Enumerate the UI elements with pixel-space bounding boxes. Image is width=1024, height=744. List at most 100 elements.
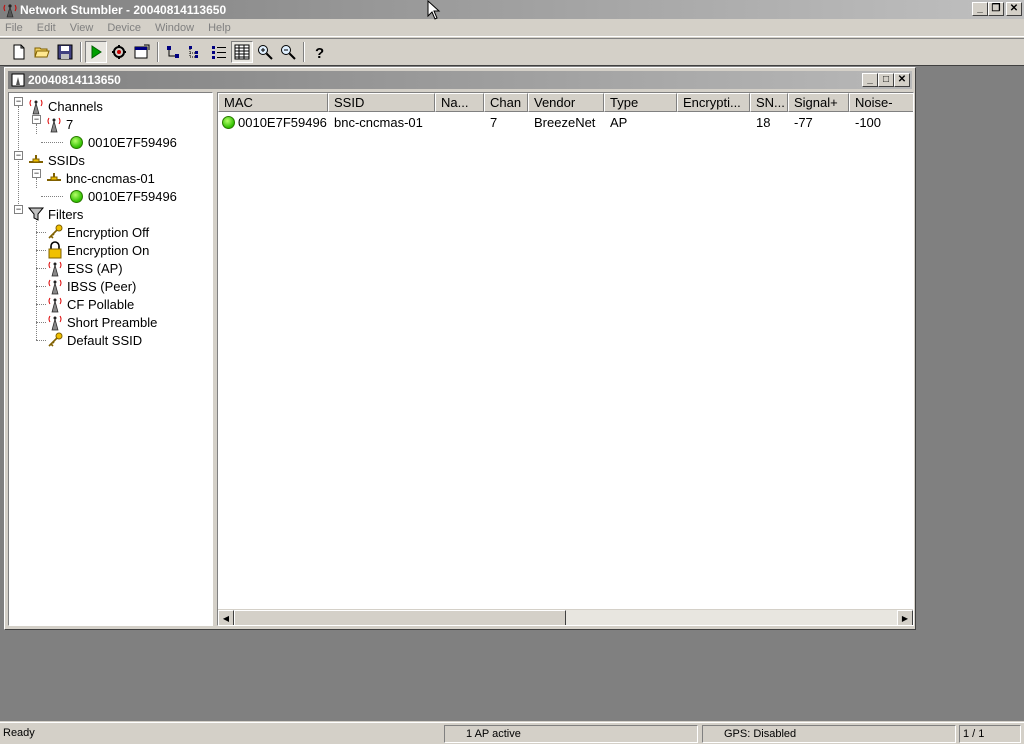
app-title-bar: Network Stumbler - 20040814113650 _ ❐ ✕ — [0, 0, 1024, 19]
zoom-out-button[interactable] — [277, 41, 299, 63]
column-header-chan[interactable]: Chan — [484, 93, 528, 112]
menu-file[interactable]: File — [5, 22, 23, 34]
tree-node-filter-ibss[interactable]: IBSS (Peer) — [46, 277, 136, 295]
list-view-icon — [212, 45, 226, 59]
tree-node-filter-ess[interactable]: ESS (AP) — [46, 259, 123, 277]
open-folder-icon — [34, 47, 50, 57]
tree-label: Default SSID — [67, 332, 143, 348]
menu-window[interactable]: Window — [155, 22, 194, 34]
minimize-button[interactable]: _ — [972, 2, 988, 16]
filters-expander[interactable]: − — [14, 205, 23, 214]
open-button[interactable] — [31, 41, 53, 63]
tree-label: 7 — [66, 116, 74, 132]
close-button[interactable]: ✕ — [1006, 2, 1022, 16]
app-title: Network Stumbler - 20040814113650 — [20, 2, 227, 17]
tree-node-filter-short-preamble[interactable]: Short Preamble — [46, 313, 157, 331]
toolbar-separator — [157, 41, 159, 62]
grid-view-button[interactable] — [231, 40, 253, 63]
zoom-in-button[interactable] — [254, 41, 276, 63]
tree-label: Channels — [48, 98, 103, 114]
tree-node-channels[interactable]: Channels — [27, 97, 103, 115]
column-header-type[interactable]: Type — [604, 93, 677, 112]
arrow-left-icon: ◀ — [222, 613, 230, 623]
tree-node-ssid-bnc[interactable]: bnc-cncmas-01 — [45, 169, 155, 187]
tree-label: SSIDs — [48, 152, 85, 168]
document-title-bar: 20040814113650 _ □ ✕ — [8, 71, 912, 89]
document-maximize-button[interactable]: □ — [878, 73, 894, 87]
tree-label: ESS (AP) — [67, 260, 123, 276]
tree-label: bnc-cncmas-01 — [66, 170, 155, 186]
column-header-noise[interactable]: Noise- — [849, 93, 913, 112]
channel-7-expander[interactable]: − — [32, 115, 41, 124]
arrow-right-icon: ▶ — [901, 613, 909, 623]
column-header-snr[interactable]: SN... — [750, 93, 788, 112]
column-header-mac[interactable]: MAC — [218, 93, 328, 112]
tree-node-filters[interactable]: Filters — [27, 205, 83, 223]
save-icon — [57, 44, 73, 59]
cell-type: AP — [610, 114, 628, 130]
antenna-icon — [46, 259, 64, 277]
column-header-signal[interactable]: Signal+ — [788, 93, 849, 112]
grid-view-icon — [234, 44, 250, 59]
document-window: 20040814113650 _ □ ✕ − Channels − 7 0010… — [4, 67, 916, 630]
network-icon — [27, 151, 45, 169]
column-header-vendor[interactable]: Vendor — [528, 93, 604, 112]
lock-icon — [46, 241, 64, 259]
restore-button[interactable]: ❐ — [988, 2, 1004, 16]
tree-node-filter-default-ssid[interactable]: Default SSID — [46, 331, 142, 349]
tree-label: IBSS (Peer) — [67, 278, 137, 294]
menu-help[interactable]: Help — [208, 22, 231, 34]
tree-node-filter-cf-pollable[interactable]: CF Pollable — [46, 295, 134, 313]
cell-signal: -77 — [794, 114, 813, 130]
table-row[interactable]: 0010E7F59496 bnc-cncmas-01 7 BreezeNet A… — [218, 113, 909, 131]
column-header-name[interactable]: Na... — [435, 93, 484, 112]
new-button[interactable] — [8, 41, 30, 63]
tree-node-ssid-bnc-ap[interactable]: 0010E7F59496 — [67, 187, 177, 205]
tree-node-channel-7-ap[interactable]: 0010E7F59496 — [67, 133, 177, 151]
document-icon[interactable] — [11, 73, 25, 87]
scan-options-button[interactable] — [108, 41, 130, 63]
help-icon: ? — [315, 45, 324, 60]
tree-node-filter-encryption-off[interactable]: Encryption Off — [46, 223, 149, 241]
key-icon — [46, 223, 64, 241]
list-view-button[interactable] — [208, 41, 230, 63]
antenna-app-icon[interactable] — [2, 2, 18, 18]
ssids-expander[interactable]: − — [14, 151, 23, 160]
tree-node-filter-encryption-on[interactable]: Encryption On — [46, 241, 149, 259]
tree-node-channel-7[interactable]: 7 — [45, 115, 73, 133]
antenna-icon — [46, 277, 64, 295]
scroll-thumb[interactable] — [234, 610, 566, 625]
horizontal-scrollbar[interactable]: ◀ ▶ — [218, 609, 913, 625]
sort-button[interactable] — [162, 41, 184, 63]
tree-label: 0010E7F59496 — [88, 134, 177, 150]
save-button[interactable] — [54, 41, 76, 63]
document-close-button[interactable]: ✕ — [894, 73, 910, 87]
tree-view-button[interactable] — [185, 41, 207, 63]
properties-icon — [134, 44, 150, 58]
scan-toggle-button[interactable] — [85, 40, 107, 63]
column-header-encryption[interactable]: Encrypti... — [677, 93, 750, 112]
tree-label: Encryption Off — [67, 224, 150, 240]
document-minimize-button[interactable]: _ — [862, 73, 878, 87]
column-header-ssid[interactable]: SSID — [328, 93, 435, 112]
close-icon: ✕ — [1009, 3, 1019, 14]
ap-list-pane: MAC SSID Na... Chan Vendor Type Encrypti… — [217, 92, 914, 626]
menu-device[interactable]: Device — [107, 22, 141, 34]
tree-label: Short Preamble — [67, 314, 158, 330]
help-button[interactable]: ? — [308, 41, 330, 63]
scroll-right-button[interactable]: ▶ — [897, 610, 913, 625]
properties-button[interactable] — [131, 41, 153, 63]
ssid-bnc-expander[interactable]: − — [32, 169, 41, 178]
channels-expander[interactable]: − — [14, 97, 23, 106]
menu-edit[interactable]: Edit — [37, 22, 56, 34]
menu-view[interactable]: View — [70, 22, 94, 34]
toolbar-separator — [303, 41, 305, 62]
tree-node-ssids[interactable]: SSIDs — [27, 151, 85, 169]
cell-noise: -100 — [855, 114, 882, 130]
active-ap-icon — [218, 115, 238, 129]
antenna-icon — [46, 313, 64, 331]
close-icon: ✕ — [897, 74, 907, 85]
zoom-in-icon — [258, 44, 273, 60]
mdi-workspace: 20040814113650 _ □ ✕ − Channels − 7 0010… — [0, 65, 1024, 721]
scroll-left-button[interactable]: ◀ — [218, 610, 234, 625]
